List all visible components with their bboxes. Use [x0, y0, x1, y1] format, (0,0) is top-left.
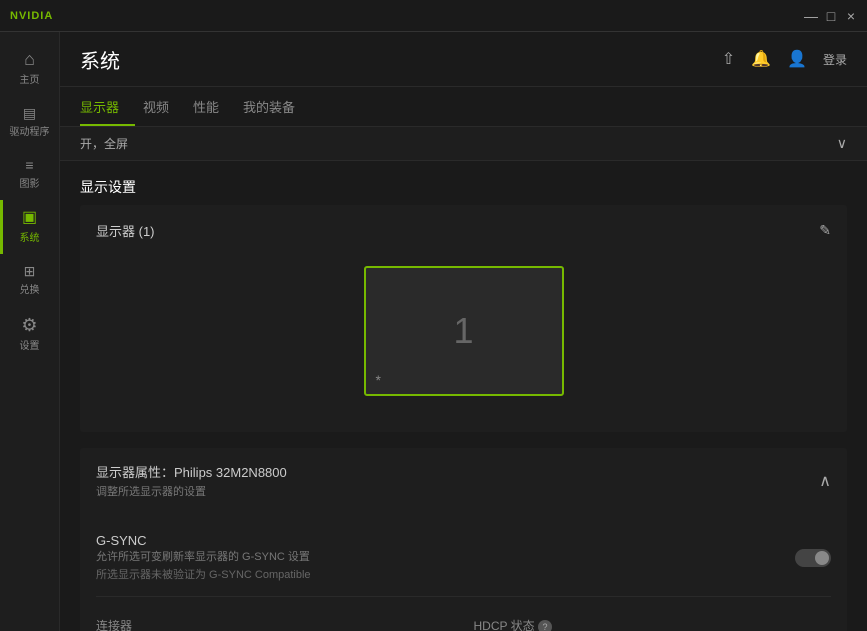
sidebar: ⌂ 主页 ▤ 驱动程序 ≡ 图影 ▣ 系统 ⊞ 兑换 ⚙ 设置	[0, 32, 60, 631]
properties-subtitle: 调整所选显示器的设置	[96, 483, 287, 499]
tab-my-devices[interactable]: 我的装备	[243, 87, 311, 126]
gsync-note: 所选显示器未被验证为 G-SYNC Compatible	[96, 566, 311, 582]
home-icon: ⌂	[24, 50, 35, 68]
properties-section: 显示器属性：Philips 32M2N8800 调整所选显示器的设置 ∧ G-S…	[80, 448, 847, 631]
redeem-icon: ⊞	[24, 264, 36, 278]
maximize-button[interactable]: □	[825, 10, 837, 22]
monitor-star: *	[376, 372, 381, 388]
fullscreen-dropdown-row: 开，全屏 ∨	[60, 127, 867, 161]
display-settings-title: 显示设置	[60, 161, 867, 205]
main-content: 系统 ⇧ 🔔 👤 登录 显示器 视频 性能 我的装备 开，全屏 ∨ 显示设置	[60, 32, 867, 631]
monitor-visual: 1 *	[96, 256, 831, 416]
sidebar-label-drivers: 驱动程序	[10, 123, 50, 138]
profile-icon[interactable]: 👤	[787, 49, 807, 69]
connector-group: 连接器 DisplayPort - PC 显示器	[96, 617, 454, 631]
gsync-toggle[interactable]	[795, 549, 831, 567]
connector-hdcp-grid: 连接器 DisplayPort - PC 显示器 HDCP 状态 ?	[96, 607, 831, 631]
notification-icon[interactable]: 🔔	[751, 49, 771, 69]
sidebar-item-drivers[interactable]: ▤ 驱动程序	[0, 96, 59, 148]
login-button[interactable]: 登录	[823, 51, 847, 68]
content-area: 开，全屏 ∨ 显示设置 显示器 (1) ✎ 1 *	[60, 127, 867, 631]
sidebar-item-settings[interactable]: ⚙ 设置	[0, 306, 59, 362]
settings-icon: ⚙	[21, 316, 37, 334]
hdcp-help-icon[interactable]: ?	[538, 620, 552, 631]
tabs-bar: 显示器 视频 性能 我的装备	[60, 87, 867, 127]
gsync-row: G-SYNC 允许所选可变刷新率显示器的 G-SYNC 设置 所选显示器未被验证…	[96, 523, 831, 597]
properties-content: G-SYNC 允许所选可变刷新率显示器的 G-SYNC 设置 所选显示器未被验证…	[80, 513, 847, 631]
fullscreen-value: 开，全屏	[80, 135, 128, 152]
gsync-title: G-SYNC	[96, 533, 311, 548]
display-panel-title: 显示器 (1)	[96, 221, 155, 240]
monitor-number: 1	[453, 310, 473, 352]
minimize-button[interactable]: —	[805, 10, 817, 22]
sidebar-label-home: 主页	[20, 71, 40, 86]
tab-performance[interactable]: 性能	[193, 87, 235, 126]
tab-video[interactable]: 视频	[143, 87, 185, 126]
app-container: ⌂ 主页 ▤ 驱动程序 ≡ 图影 ▣ 系统 ⊞ 兑换 ⚙ 设置 系统 ⇧	[0, 32, 867, 631]
header: 系统 ⇧ 🔔 👤 登录	[60, 32, 867, 87]
properties-title: 显示器属性：Philips 32M2N8800	[96, 462, 287, 481]
gsync-desc: 允许所选可变刷新率显示器的 G-SYNC 设置	[96, 548, 311, 564]
display-panel: 显示器 (1) ✎ 1 *	[80, 205, 847, 432]
collapse-icon[interactable]: ∧	[819, 471, 831, 491]
window-controls: — □ ×	[805, 10, 857, 22]
dropdown-chevron-down-icon[interactable]: ∨	[837, 135, 847, 152]
hdcp-label: HDCP 状态 ?	[474, 617, 832, 631]
photos-icon: ≡	[25, 158, 33, 172]
gsync-header: G-SYNC 允许所选可变刷新率显示器的 G-SYNC 设置 所选显示器未被验证…	[96, 533, 831, 582]
edit-icon[interactable]: ✎	[819, 222, 831, 239]
sidebar-label-settings: 设置	[20, 337, 40, 352]
tab-display[interactable]: 显示器	[80, 87, 135, 126]
properties-header[interactable]: 显示器属性：Philips 32M2N8800 调整所选显示器的设置 ∧	[80, 448, 847, 513]
gsync-info: G-SYNC 允许所选可变刷新率显示器的 G-SYNC 设置 所选显示器未被验证…	[96, 533, 311, 582]
close-button[interactable]: ×	[845, 10, 857, 22]
sidebar-item-system[interactable]: ▣ 系统	[0, 200, 59, 254]
header-actions: ⇧ 🔔 👤 登录	[722, 49, 847, 69]
sidebar-label-system: 系统	[20, 229, 40, 244]
sidebar-item-redeem[interactable]: ⊞ 兑换	[0, 254, 59, 306]
drivers-icon: ▤	[23, 106, 36, 120]
hdcp-group: HDCP 状态 ? 支持	[474, 617, 832, 631]
hdcp-label-text: HDCP 状态	[474, 619, 535, 631]
share-icon[interactable]: ⇧	[722, 49, 735, 69]
sidebar-label-photos: 图影	[20, 175, 40, 190]
properties-header-left: 显示器属性：Philips 32M2N8800 调整所选显示器的设置	[96, 462, 287, 499]
titlebar: NVIDIA — □ ×	[0, 0, 867, 32]
sidebar-label-redeem: 兑换	[20, 281, 40, 296]
monitor-box: 1 *	[364, 266, 564, 396]
connector-label: 连接器	[96, 617, 454, 631]
toggle-knob	[815, 551, 829, 565]
nvidia-logo: NVIDIA	[10, 10, 53, 22]
page-title: 系统	[80, 45, 120, 74]
sidebar-item-home[interactable]: ⌂ 主页	[0, 40, 59, 96]
display-panel-header: 显示器 (1) ✎	[96, 221, 831, 240]
system-icon: ▣	[22, 210, 37, 226]
sidebar-item-photos[interactable]: ≡ 图影	[0, 148, 59, 200]
